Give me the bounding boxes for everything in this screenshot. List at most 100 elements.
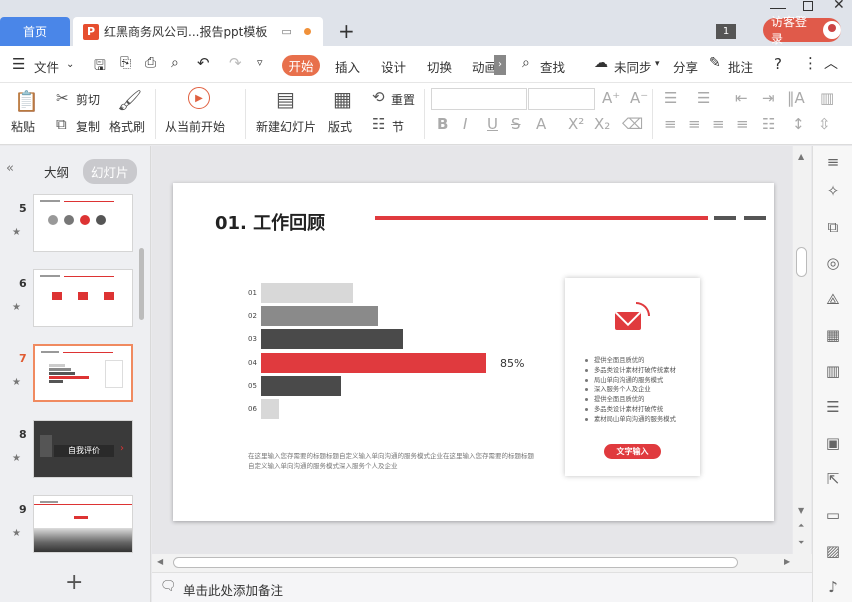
transform-icon[interactable]: ⧉ — [824, 218, 842, 236]
play-icon[interactable]: ▶ — [188, 87, 210, 109]
align-left-icon[interactable]: ≡ — [664, 115, 677, 133]
chart-icon[interactable]: ▥ — [824, 362, 842, 380]
undo-icon[interactable]: ↶ — [197, 54, 210, 72]
menu-annotate[interactable]: 批注 — [728, 57, 753, 76]
hamburger-icon[interactable]: ☰ — [12, 55, 25, 73]
save-icon[interactable]: 🖫 — [94, 55, 106, 79]
tab-document[interactable]: P 红黑商务风公司...报告ppt模板 ▭ — [73, 17, 323, 46]
copy-button[interactable]: 复制 — [76, 118, 100, 135]
from-current-button[interactable]: 从当前开始 — [165, 118, 225, 135]
settings-sliders-icon[interactable]: ☰ — [824, 398, 842, 416]
tab-home[interactable]: 首页 — [0, 17, 70, 46]
shape-icon[interactable]: ◎ — [824, 254, 842, 272]
scroll-left-icon[interactable]: ◀ — [157, 557, 163, 566]
reset-icon[interactable]: ⟲ — [372, 88, 385, 106]
vertical-scrollbar[interactable]: ▲ ▼ ⏶ ⏷ — [793, 146, 811, 554]
more-chevron-icon[interactable]: ▿ — [257, 56, 263, 69]
font-color-icon[interactable]: A — [536, 115, 546, 133]
format-painter-button[interactable]: 格式刷 — [109, 118, 145, 135]
info-card[interactable]: 提供全面且质优的 多品类设计素材打破传统素材 局山单向沟通的服务模式 深入服务个人及企… — [565, 278, 700, 476]
scroll-thumb[interactable] — [796, 247, 807, 277]
bold-icon[interactable]: B — [437, 115, 448, 133]
menu-transition[interactable]: 切换 — [427, 57, 452, 76]
new-slide-button[interactable]: 新建幻灯片 — [256, 118, 316, 135]
add-slide-button[interactable]: + — [65, 570, 83, 595]
menu-animation[interactable]: 动画 — [472, 57, 494, 76]
menu-start[interactable]: 开始 — [282, 55, 320, 76]
reset-button[interactable]: 重置 — [391, 91, 415, 108]
prev-slide-icon[interactable]: ⏶ — [798, 521, 804, 531]
chevron-down-icon[interactable]: ▾ — [655, 59, 660, 69]
font-size-select[interactable] — [528, 88, 595, 110]
section-icon[interactable]: ☷ — [372, 115, 385, 133]
layers-icon[interactable]: ⟁ — [824, 290, 842, 308]
align-right-icon[interactable]: ≡ — [712, 115, 725, 133]
scroll-up-icon[interactable]: ▲ — [798, 152, 804, 161]
layout-icon[interactable]: ▦ — [333, 87, 352, 111]
notes-bar[interactable]: 🗨 单击此处添加备注 — [152, 572, 812, 602]
screen-icon[interactable]: ▭ — [281, 25, 291, 38]
menu-insert[interactable]: 插入 — [335, 57, 360, 76]
search-icon[interactable]: ⌕ — [522, 55, 530, 71]
bullet-list-icon[interactable]: ☰ — [664, 89, 677, 107]
scroll-right-icon[interactable]: ▶ — [784, 557, 790, 566]
new-slide-icon[interactable]: ▤ — [276, 87, 295, 111]
current-slide[interactable]: 01. 工作回顾 01 02 03 04 05 06 85% 在这里输入您存需要的标题标题自… — [173, 183, 774, 521]
window-count-badge[interactable]: 1 — [716, 24, 736, 39]
decrease-indent-icon[interactable]: ⇤ — [735, 89, 748, 107]
cloud-sync-icon[interactable]: ☁ — [594, 55, 608, 71]
slide-title[interactable]: 01. 工作回顾 — [215, 209, 325, 235]
archive-icon[interactable]: ▭ — [824, 506, 842, 524]
text-direction-icon[interactable]: ‖A — [787, 89, 805, 107]
menu-file[interactable]: 文件 — [34, 57, 59, 76]
slide-thumbnail[interactable]: 自我评价 › — [33, 420, 133, 478]
numbered-list-icon[interactable]: ☰ — [697, 89, 710, 107]
slide-thumbnail[interactable] — [33, 269, 133, 327]
slide-thumbnail[interactable] — [33, 194, 133, 252]
export-icon[interactable]: ⎘ — [120, 55, 131, 71]
picture-icon[interactable]: ▨ — [824, 542, 842, 560]
column-icon[interactable]: ▥ — [820, 89, 834, 107]
share-out-icon[interactable]: ⇱ — [824, 470, 842, 488]
menu-share[interactable]: 分享 — [673, 57, 698, 76]
redo-icon[interactable]: ↷ — [229, 54, 242, 72]
close-icon[interactable]: ✕ — [833, 0, 845, 13]
h-scroll-thumb[interactable] — [173, 557, 738, 568]
strikethrough-icon[interactable]: S — [511, 115, 521, 133]
chevron-down-icon[interactable]: ⌄ — [66, 59, 74, 70]
paste-icon[interactable]: 📋 — [14, 89, 39, 113]
scissors-icon[interactable]: ✂ — [56, 89, 69, 107]
tab-outline[interactable]: 大纲 — [44, 162, 69, 181]
audio-icon[interactable]: ♪ — [824, 578, 842, 596]
layout-button[interactable]: 版式 — [328, 118, 352, 135]
menu-design[interactable]: 设计 — [381, 57, 406, 76]
underline-icon[interactable]: U — [487, 115, 498, 133]
menu-search[interactable]: 查找 — [540, 57, 565, 76]
scroll-down-icon[interactable]: ▼ — [798, 506, 804, 515]
slide-panel-scrollbar[interactable] — [139, 248, 144, 320]
magic-icon[interactable]: ✧ — [824, 182, 842, 200]
superscript-icon[interactable]: X² — [568, 115, 584, 133]
decrease-font-icon[interactable]: A⁻ — [630, 89, 648, 107]
print-icon[interactable]: ⎙ — [145, 55, 156, 71]
notes-placeholder[interactable]: 单击此处添加备注 — [183, 580, 283, 599]
maximize-icon[interactable] — [803, 1, 813, 11]
italic-icon[interactable]: I — [463, 115, 467, 133]
collapse-ribbon-icon[interactable]: ︿ — [824, 53, 838, 73]
collapse-panel-icon[interactable]: « — [6, 161, 14, 176]
horizontal-scrollbar[interactable]: ◀ ▶ — [152, 554, 812, 572]
format-painter-icon[interactable]: 🖌 — [117, 88, 142, 112]
help-icon[interactable]: ? — [774, 55, 782, 73]
menu-lines-icon[interactable]: ≡ — [824, 153, 842, 171]
description-text[interactable]: 在这里输入您存需要的标题标题自定义输入单向沟通的服务模式企业在这里输入您存需要的… — [248, 451, 538, 471]
grid-icon[interactable]: ▦ — [824, 326, 842, 344]
add-tab-button[interactable]: + — [338, 19, 355, 43]
justify-icon[interactable]: ≡ — [736, 115, 749, 133]
increase-indent-icon[interactable]: ⇥ — [762, 89, 775, 107]
minimize-icon[interactable] — [770, 0, 786, 9]
slide-thumbnail-selected[interactable] — [33, 344, 133, 402]
paragraph-spacing-icon[interactable]: ⇳ — [818, 115, 831, 133]
increase-font-icon[interactable]: A⁺ — [602, 89, 620, 107]
section-button[interactable]: 节 — [392, 118, 404, 135]
menu-scroll-right-icon[interactable]: › — [494, 55, 506, 75]
